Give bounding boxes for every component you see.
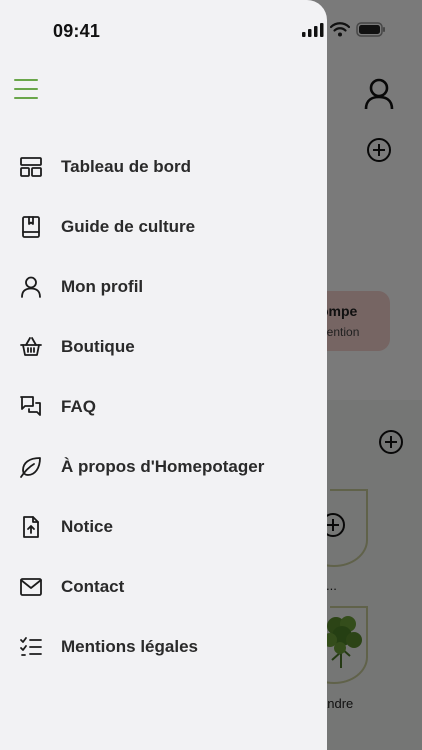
basket-icon [18, 334, 44, 360]
menu-item-contact[interactable]: Contact [0, 557, 327, 617]
menu-item-tableau-de-bord[interactable]: Tableau de bord [0, 137, 327, 197]
menu-item-a-propos[interactable]: À propos d'Homepotager [0, 437, 327, 497]
menu-item-guide-de-culture[interactable]: Guide de culture [0, 197, 327, 257]
menu-item-label: FAQ [61, 397, 96, 416]
dashboard-icon [18, 154, 44, 180]
navigation-drawer: Tableau de bord Guide de culture Mon pro… [0, 0, 327, 750]
menu-item-notice[interactable]: Notice [0, 497, 327, 557]
menu-item-label: Tableau de bord [61, 157, 192, 176]
menu-item-label: Notice [61, 517, 113, 536]
status-icons [302, 22, 386, 37]
battery-icon [356, 22, 385, 37]
wifi-icon [330, 22, 350, 37]
menu-item-label: À propos d'Homepotager [61, 457, 265, 476]
menu-item-label: Contact [61, 577, 125, 596]
menu-item-label: Guide de culture [61, 217, 196, 236]
status-time: 09:41 [53, 21, 101, 41]
leaf-icon [18, 454, 44, 480]
menu-item-faq[interactable]: FAQ [0, 377, 327, 437]
menu-item-label: Mentions légales [61, 637, 198, 656]
drawer-menu: Tableau de bord Guide de culture Mon pro… [0, 137, 327, 677]
file-upload-icon [18, 514, 44, 540]
checklist-icon [18, 634, 44, 660]
cellular-signal-icon [302, 22, 324, 37]
hamburger-menu-icon[interactable] [14, 79, 38, 99]
user-icon [18, 274, 44, 300]
menu-item-mentions-legales[interactable]: Mentions légales [0, 617, 327, 677]
menu-item-boutique[interactable]: Boutique [0, 317, 327, 377]
menu-item-mon-profil[interactable]: Mon profil [0, 257, 327, 317]
menu-item-label: Boutique [61, 337, 135, 356]
book-icon [18, 214, 44, 240]
status-bar: 09:41 [0, 0, 422, 54]
menu-item-label: Mon profil [61, 277, 144, 296]
mail-icon [18, 574, 44, 600]
chat-bubbles-icon [18, 394, 44, 420]
